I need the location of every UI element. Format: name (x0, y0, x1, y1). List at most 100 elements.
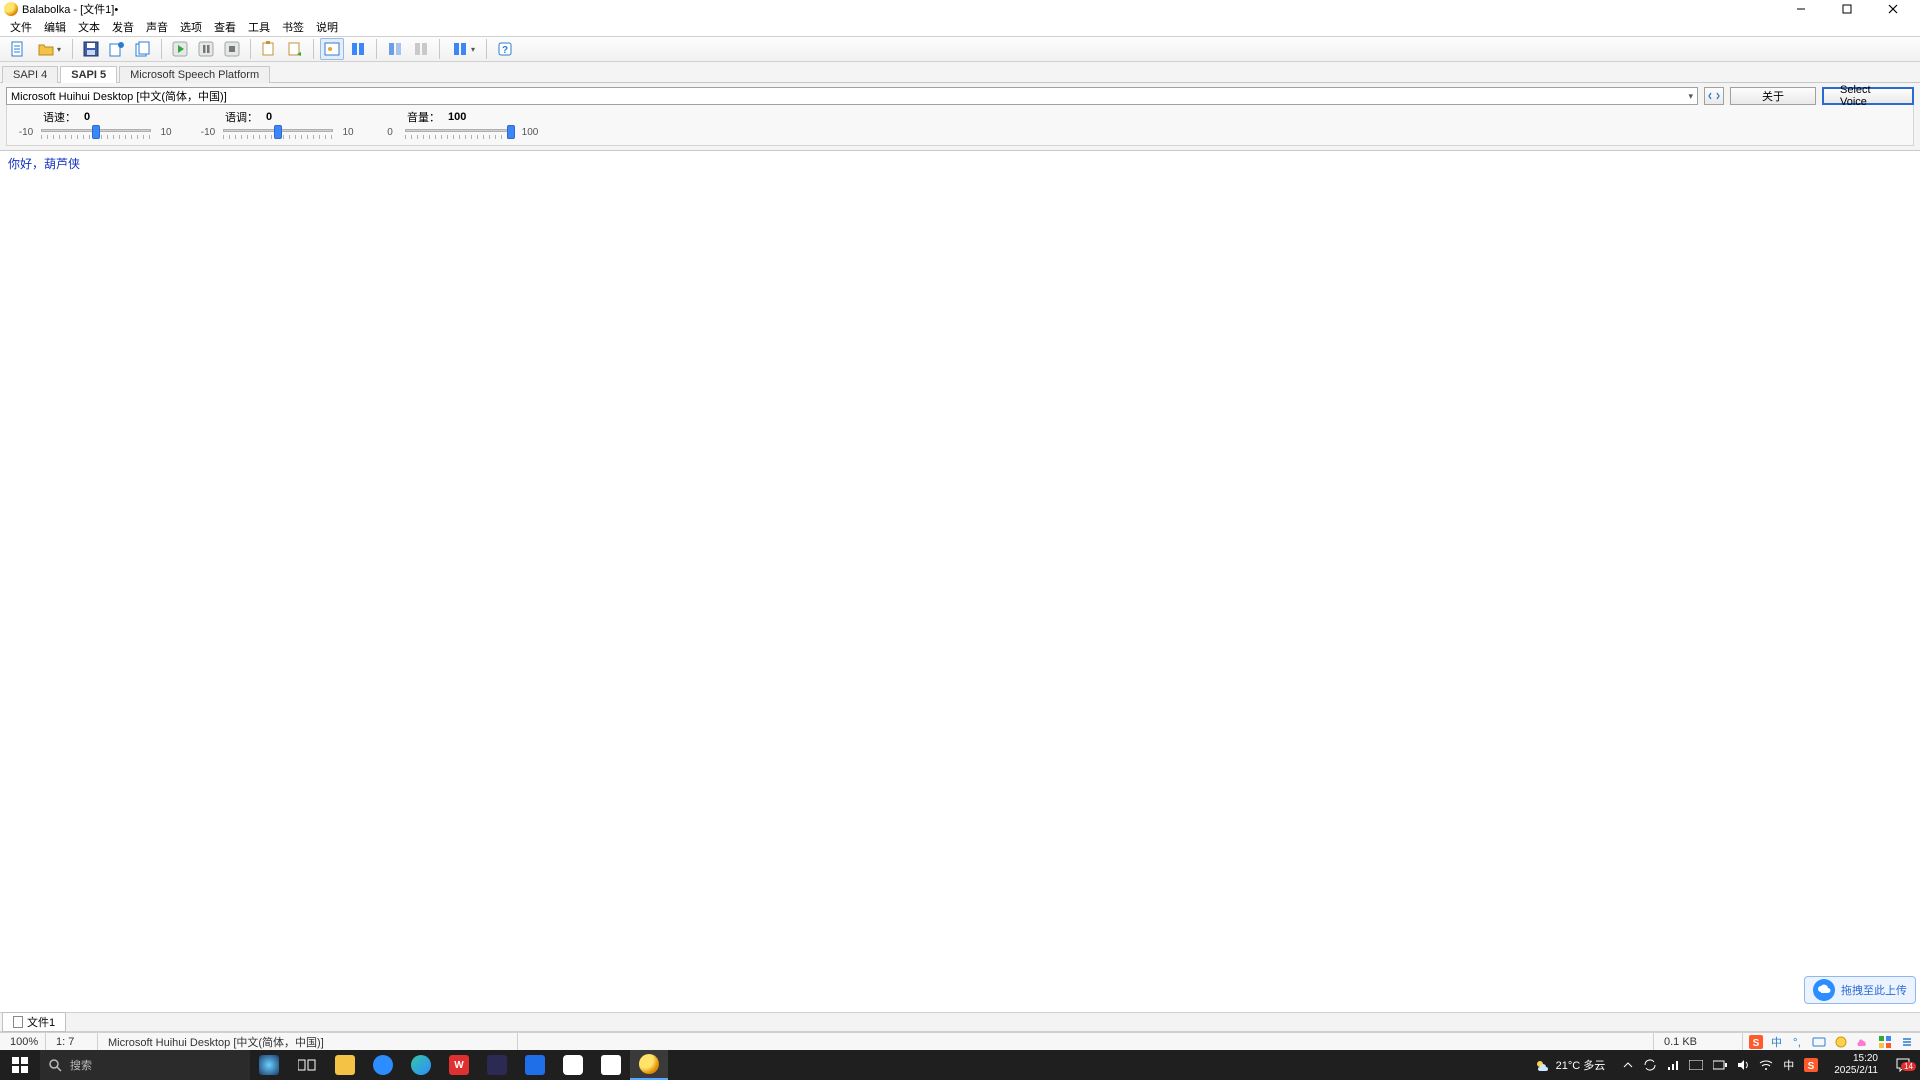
tray-ime-text[interactable]: 中 (1783, 1057, 1794, 1073)
sogou-ime-icon[interactable]: S (1749, 1035, 1763, 1049)
bookmark-dropdown-button[interactable]: ▾ (446, 38, 480, 60)
menu-help[interactable]: 说明 (310, 19, 344, 35)
menubar: 文件 编辑 文本 发音 声音 选项 查看 工具 书签 说明 (0, 18, 1920, 36)
stop-button[interactable] (220, 38, 244, 60)
sync-icon[interactable] (1643, 1059, 1657, 1071)
voice-panel: Microsoft Huihui Desktop [中文(简体，中国)] ▾ 关… (0, 83, 1920, 151)
rate-max: 10 (155, 127, 177, 138)
menu-options[interactable]: 选项 (174, 19, 208, 35)
statusbar: 100% 1: 7 Microsoft Huihui Desktop [中文(简… (0, 1032, 1920, 1050)
clipboard-watch-button[interactable] (257, 38, 281, 60)
taskbar-edge[interactable] (402, 1050, 440, 1080)
rate-slider[interactable] (41, 125, 151, 139)
upload-drop-float[interactable]: 拖拽至此上传 (1804, 976, 1916, 1004)
pitch-slider[interactable] (223, 125, 333, 139)
api-tabs: SAPI 4 SAPI 5 Microsoft Speech Platform (0, 62, 1920, 83)
menu-tools[interactable]: 工具 (242, 19, 276, 35)
taskbar: 搜索 W 21°C 多云 中 S 15:20 2025/2/11 14 (0, 1050, 1920, 1080)
titlebar: Balabolka - [文件1]• (0, 0, 1920, 18)
taskbar-explorer[interactable] (326, 1050, 364, 1080)
window-title: Balabolka - [文件1]• (22, 1, 118, 17)
pitch-value: 0 (266, 111, 272, 123)
svg-text:?: ? (502, 45, 508, 56)
volume-slider-group: 音量： 100 0 100 (379, 109, 541, 139)
save-button[interactable] (79, 38, 103, 60)
action-center-button[interactable]: 14 (1886, 1057, 1920, 1073)
taskbar-app-blue2[interactable] (516, 1050, 554, 1080)
text-editor[interactable]: 你好，葫芦侠 (0, 151, 1920, 1012)
app-icon (4, 2, 18, 16)
menu-edit[interactable]: 编辑 (38, 19, 72, 35)
doc-tab-1[interactable]: 文件1 (2, 1012, 66, 1032)
network-icon[interactable] (1667, 1059, 1679, 1071)
pause-button[interactable] (194, 38, 218, 60)
pitch-slider-group: 语调： 0 -10 10 (197, 109, 359, 139)
system-tray: 中 S (1615, 1057, 1826, 1073)
save-all-audio-button[interactable] (131, 38, 155, 60)
status-zoom: 100% (0, 1033, 46, 1050)
taskbar-app-dark[interactable] (478, 1050, 516, 1080)
clock-time: 15:20 (1853, 1053, 1878, 1065)
tab-sapi4[interactable]: SAPI 4 (2, 66, 58, 83)
chevron-down-icon: ▾ (1688, 91, 1693, 102)
voice-refresh-button[interactable] (1704, 87, 1724, 105)
ime-cloud-icon[interactable] (1856, 1035, 1870, 1049)
toolbar: ▾ ▾ ? (0, 36, 1920, 62)
volume-min: 0 (379, 127, 401, 138)
menu-text[interactable]: 文本 (72, 19, 106, 35)
tab-msspeech[interactable]: Microsoft Speech Platform (119, 66, 270, 83)
volume-icon[interactable] (1737, 1059, 1749, 1071)
menu-file[interactable]: 文件 (4, 19, 38, 35)
ime-keyboard-icon[interactable] (1812, 1035, 1826, 1049)
taskbar-balabolka[interactable] (630, 1050, 668, 1080)
taskbar-weather-text: 21°C 多云 (1556, 1057, 1606, 1073)
new-file-button[interactable] (6, 38, 30, 60)
ime-emoji-icon[interactable] (1834, 1035, 1848, 1049)
help-button[interactable]: ? (493, 38, 517, 60)
rate-min: -10 (15, 127, 37, 138)
book-next-button[interactable] (409, 38, 433, 60)
taskbar-taskview[interactable] (288, 1050, 326, 1080)
clipboard-read-button[interactable] (283, 38, 307, 60)
volume-slider[interactable] (405, 125, 515, 139)
play-button[interactable] (168, 38, 192, 60)
tray-keyboard-icon[interactable] (1689, 1060, 1703, 1070)
wifi-icon[interactable] (1759, 1059, 1773, 1071)
ime-punct-icon[interactable]: °, (1790, 1035, 1804, 1049)
voice-select[interactable]: Microsoft Huihui Desktop [中文(简体，中国)] ▾ (6, 87, 1698, 105)
taskbar-app-blue[interactable] (364, 1050, 402, 1080)
menu-bookmark[interactable]: 书签 (276, 19, 310, 35)
close-button[interactable] (1870, 0, 1916, 18)
pitch-label: 语调： (225, 109, 258, 125)
svg-text:S: S (1808, 1061, 1815, 1072)
menu-speak[interactable]: 发音 (106, 19, 140, 35)
minimize-button[interactable] (1778, 0, 1824, 18)
start-button[interactable] (0, 1050, 40, 1080)
taskbar-weather[interactable]: 21°C 多云 (1524, 1057, 1616, 1073)
tab-sapi5[interactable]: SAPI 5 (60, 66, 117, 83)
taskbar-cortana[interactable] (250, 1050, 288, 1080)
dictionary-button[interactable] (346, 38, 370, 60)
ime-apps-icon[interactable] (1878, 1035, 1892, 1049)
ime-settings-icon[interactable] (1900, 1035, 1914, 1049)
rate-slider-group: 语速： 0 -10 10 (15, 109, 177, 139)
taskbar-notepad[interactable] (592, 1050, 630, 1080)
select-voice-button[interactable]: Select Voice (1822, 87, 1914, 105)
taskbar-baidu-cloud[interactable] (554, 1050, 592, 1080)
save-audio-button[interactable] (105, 38, 129, 60)
rate-value: 0 (84, 111, 90, 123)
tios-overflow-icon[interactable] (1623, 1060, 1633, 1070)
panel-voice-button[interactable] (320, 38, 344, 60)
ime-lang-indicator[interactable]: 中 (1771, 1034, 1782, 1050)
about-voice-button[interactable]: 关于 (1730, 87, 1816, 105)
maximize-button[interactable] (1824, 0, 1870, 18)
open-file-button[interactable]: ▾ (32, 38, 66, 60)
menu-voice[interactable]: 声音 (140, 19, 174, 35)
book-prev-button[interactable] (383, 38, 407, 60)
sogou-tray-icon[interactable]: S (1804, 1058, 1818, 1072)
menu-view[interactable]: 查看 (208, 19, 242, 35)
battery-icon[interactable] (1713, 1060, 1727, 1070)
taskbar-wps[interactable]: W (440, 1050, 478, 1080)
taskbar-clock[interactable]: 15:20 2025/2/11 (1826, 1053, 1886, 1077)
taskbar-search[interactable]: 搜索 (40, 1050, 250, 1080)
